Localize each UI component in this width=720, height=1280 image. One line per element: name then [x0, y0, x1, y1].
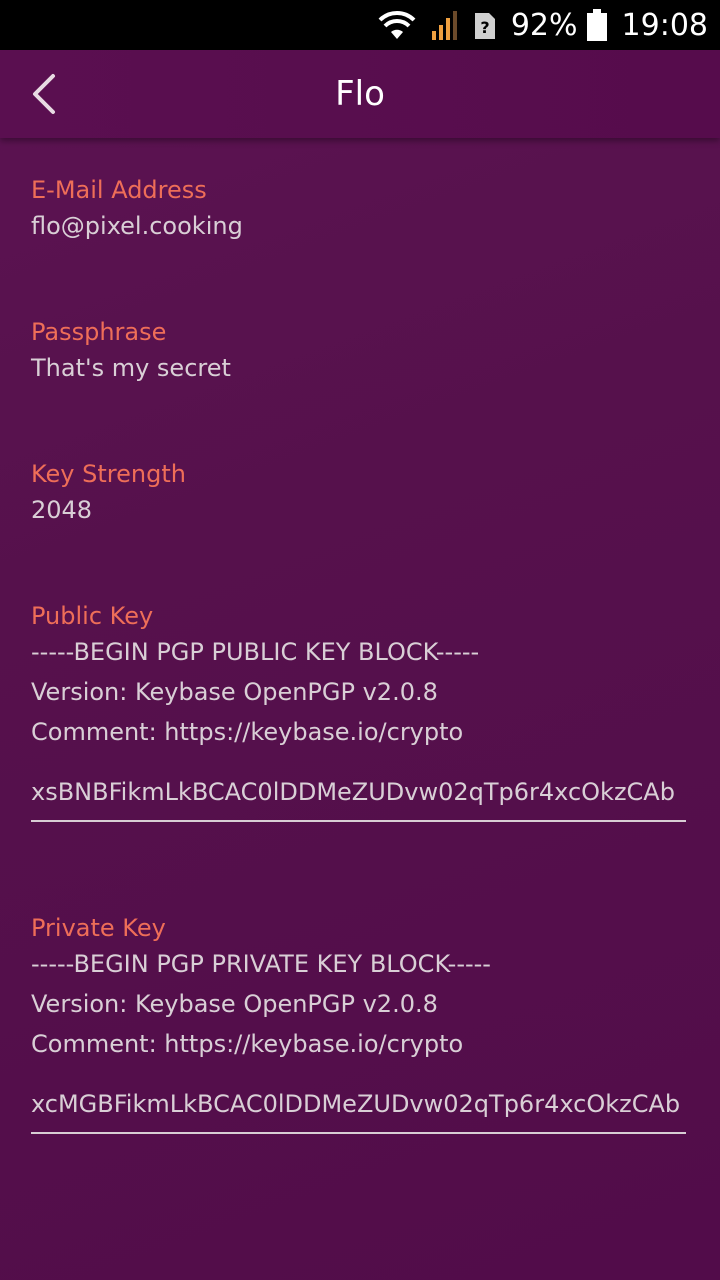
private-key-label: Private Key — [31, 914, 166, 942]
public-key-version-line: Version: Keybase OpenPGP v2.0.8 — [31, 678, 438, 706]
battery-icon — [586, 8, 608, 42]
public-key-field: Public Key -----BEGIN PGP PUBLIC KEY BLO… — [31, 600, 691, 822]
email-label: E-Mail Address — [31, 176, 207, 204]
back-button[interactable] — [18, 68, 70, 120]
signal-icon — [431, 9, 459, 41]
sim-unknown-icon: ? — [473, 9, 497, 41]
chevron-left-icon — [33, 74, 55, 114]
public-key-input[interactable]: xsBNBFikmLkBCAC0lDDMeZUDvw02qTp6r4xcOkzC… — [31, 772, 686, 822]
key-strength-value[interactable]: 2048 — [31, 490, 691, 530]
passphrase-field: Passphrase That's my secret — [31, 316, 691, 388]
key-strength-label: Key Strength — [31, 460, 186, 488]
private-key-input[interactable]: xcMGBFikmLkBCAC0lDDMeZUDvw02qTp6r4xcOkzC… — [31, 1084, 686, 1134]
wifi-icon — [377, 9, 417, 41]
status-time: 19:08 — [621, 7, 708, 43]
private-key-comment-line: Comment: https://keybase.io/crypto — [31, 1030, 464, 1058]
private-key-version-line: Version: Keybase OpenPGP v2.0.8 — [31, 990, 438, 1018]
public-key-comment-line: Comment: https://keybase.io/crypto — [31, 718, 464, 746]
svg-text:?: ? — [480, 18, 489, 37]
battery-percent: 92% — [510, 7, 578, 43]
public-key-header-line: -----BEGIN PGP PUBLIC KEY BLOCK----- — [31, 638, 480, 666]
app-bar: Flo — [0, 50, 720, 138]
email-field: E-Mail Address flo@pixel.cooking — [31, 174, 691, 246]
email-value[interactable]: flo@pixel.cooking — [31, 206, 691, 246]
private-key-field: Private Key -----BEGIN PGP PRIVATE KEY B… — [31, 912, 691, 1134]
private-key-header-line: -----BEGIN PGP PRIVATE KEY BLOCK----- — [31, 950, 491, 978]
public-key-label: Public Key — [31, 602, 154, 630]
passphrase-value[interactable]: That's my secret — [31, 348, 691, 388]
page-title: Flo — [335, 74, 385, 114]
passphrase-label: Passphrase — [31, 318, 167, 346]
status-bar: ? 92% 19:08 — [0, 0, 720, 50]
key-strength-field: Key Strength 2048 — [31, 458, 691, 530]
